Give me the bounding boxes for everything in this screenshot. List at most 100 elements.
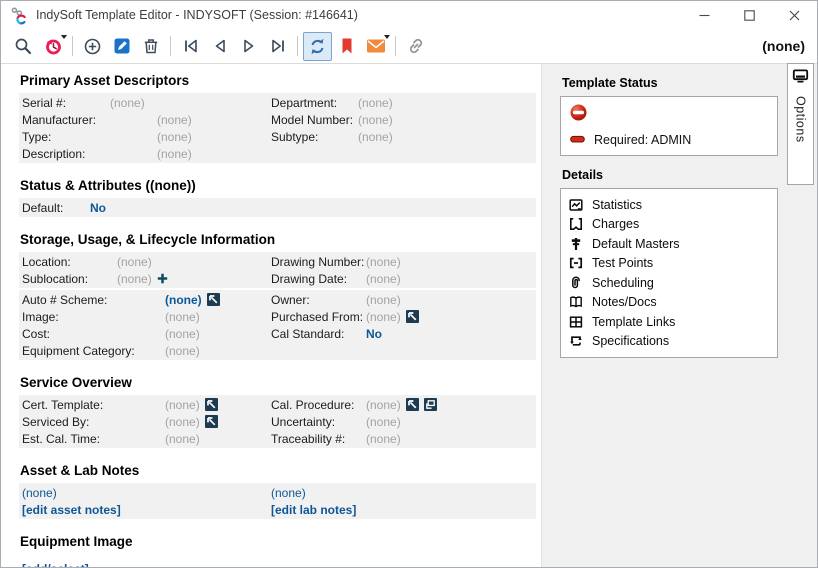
maximize-button[interactable] [727, 1, 772, 29]
next-button[interactable] [234, 32, 263, 61]
email-button[interactable] [361, 32, 390, 61]
toolbar-separator [395, 36, 396, 56]
field-cost-value: (none) [165, 327, 200, 341]
details-item-statistics[interactable]: Statistics [568, 195, 770, 215]
field-block: Cert. Template:(none)Cal. Procedure:(non… [19, 395, 536, 448]
add-icon [83, 37, 102, 56]
details-item-specifications[interactable]: Specifications [568, 332, 770, 352]
field-est-cal-time-label: Est. Cal. Time: [22, 432, 165, 446]
search-button[interactable] [9, 32, 38, 61]
charges-icon [568, 217, 583, 231]
field-department-label: Department: [271, 96, 358, 110]
openwin-icon[interactable] [424, 398, 437, 411]
toolbar: (none) [1, 29, 817, 64]
monitor-icon [792, 69, 809, 89]
field-serial-label: Serial #: [22, 96, 110, 110]
section-title: Equipment Image [20, 533, 541, 550]
notes-docs-icon [568, 295, 583, 309]
details-item-scheduling[interactable]: Scheduling [568, 273, 770, 293]
delete-icon [142, 37, 160, 55]
jump-icon[interactable] [207, 293, 220, 306]
edit-button[interactable] [107, 32, 136, 61]
section-storage-usage-lifecycle: Storage, Usage, & Lifecycle InformationL… [19, 231, 541, 360]
field-cal-standard-value[interactable]: No [366, 327, 382, 341]
history-button[interactable] [38, 32, 67, 61]
lab-notes-value[interactable]: (none) [271, 486, 306, 500]
field-subtype-value: (none) [358, 130, 393, 144]
jump-icon[interactable] [406, 398, 419, 411]
field-subtype-label: Subtype: [271, 130, 358, 144]
edit-asset-notes-link[interactable]: [edit asset notes] [22, 503, 121, 517]
field-row: Manufacturer:(none)Model Number:(none) [19, 111, 536, 128]
add-select-image-link[interactable]: [add/select] [22, 562, 89, 568]
toolbar-separator [72, 36, 73, 56]
jump-icon[interactable] [205, 398, 218, 411]
details-item-template-links[interactable]: Template Links [568, 312, 770, 332]
section-status-attributes: Status & Attributes ((none))Default:No [19, 177, 541, 217]
refresh-icon [308, 37, 327, 56]
field-model-number-value: (none) [358, 113, 393, 127]
link-button[interactable] [401, 32, 430, 61]
content: Primary Asset DescriptorsSerial #:(none)… [1, 64, 817, 567]
first-button[interactable] [176, 32, 205, 61]
field-row: [add/select] [19, 560, 536, 568]
required-dash-icon [570, 133, 585, 147]
field-manufacturer-value: (none) [157, 113, 192, 127]
link-icon [406, 36, 426, 56]
previous-button[interactable] [205, 32, 234, 61]
field-owner-value: (none) [366, 293, 401, 307]
refresh-button[interactable] [303, 32, 332, 61]
jump-icon[interactable] [205, 415, 218, 428]
side-panel: Template Status Required: ADMIN [541, 64, 817, 567]
field-cert-template-label: Cert. Template: [22, 398, 165, 412]
dropdown-caret-icon [384, 35, 390, 39]
plus-icon[interactable] [157, 273, 168, 284]
field-row: Default:No [19, 199, 536, 216]
field-auto-scheme-value[interactable]: (none) [165, 293, 202, 307]
field-serviced-by-label: Serviced By: [22, 415, 165, 429]
field-default-value[interactable]: No [90, 201, 106, 215]
details-item-charges[interactable]: Charges [568, 215, 770, 235]
field-purchased-from-value: (none) [366, 310, 401, 324]
field-est-cal-time-value: (none) [165, 432, 200, 446]
details-item-test-points[interactable]: Test Points [568, 254, 770, 274]
field-department-value: (none) [358, 96, 393, 110]
jump-icon[interactable] [406, 310, 419, 323]
field-equipment-category-value: (none) [165, 344, 200, 358]
field-row: [edit asset notes] [edit lab notes] [19, 501, 536, 518]
add-button[interactable] [78, 32, 107, 61]
template-links-icon [568, 315, 583, 329]
dropdown-caret-icon [61, 35, 67, 39]
field-sublocation-label: Sublocation: [22, 272, 117, 286]
template-status-box: Required: ADMIN [560, 96, 778, 156]
field-cal-procedure-value: (none) [366, 398, 401, 412]
delete-button[interactable] [136, 32, 165, 61]
edit-lab-notes-link[interactable]: [edit lab notes] [271, 503, 356, 517]
bookmark-icon [339, 37, 355, 55]
search-icon [14, 37, 33, 56]
field-row: Auto # Scheme:(none)Owner:(none) [19, 291, 536, 308]
field-description-value: (none) [157, 147, 192, 161]
field-row: Image:(none)Purchased From:(none) [19, 308, 536, 325]
toolbar-buttons [9, 32, 430, 61]
field-row: Est. Cal. Time:(none)Traceability #:(non… [19, 430, 536, 447]
details-item-notes-docs[interactable]: Notes/Docs [568, 293, 770, 313]
minimize-button[interactable] [682, 1, 727, 29]
details-item-default-masters[interactable]: Default Masters [568, 234, 770, 254]
asset-notes-value[interactable]: (none) [22, 486, 57, 500]
window-controls [682, 1, 817, 29]
field-row: Serial #:(none)Department:(none) [19, 94, 536, 111]
template-editor-window: IndySoft Template Editor - INDYSOFT (Ses… [0, 0, 818, 568]
indysoft-logo-icon [9, 5, 29, 25]
bookmark-button[interactable] [332, 32, 361, 61]
options-tab[interactable]: Options [787, 63, 814, 185]
close-button[interactable] [772, 1, 817, 29]
field-manufacturer-label: Manufacturer: [22, 113, 157, 127]
details-list: StatisticsChargesDefault MastersTest Poi… [560, 188, 778, 358]
field-block: Location:(none)Drawing Number:(none)Subl… [19, 252, 536, 288]
last-button[interactable] [263, 32, 292, 61]
field-row: Equipment Category:(none) [19, 342, 536, 359]
field-description-label: Description: [22, 147, 157, 161]
field-block: Default:No [19, 198, 536, 217]
window-title: IndySoft Template Editor - INDYSOFT (Ses… [36, 8, 358, 22]
